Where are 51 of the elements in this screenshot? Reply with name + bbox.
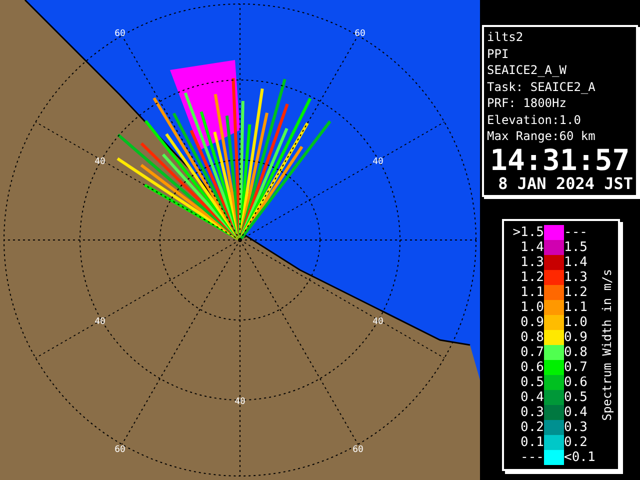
legend-upper-value: 1.0 [564, 314, 588, 330]
range-ring-label: 40 [94, 157, 106, 167]
info-line: SEAICE2_A_W [487, 62, 568, 78]
legend-lower-value: 0.8 [520, 330, 544, 344]
legend-upper-value: 0.5 [564, 390, 588, 404]
legend-lower-value: 1.2 [520, 270, 544, 284]
info-line: PRF: 1800Hz [487, 95, 568, 112]
legend-upper-value: 1.4 [564, 254, 588, 270]
legend-lower-value: 1.3 [520, 254, 544, 270]
range-ring-label: 40 [372, 317, 384, 327]
legend-upper-value: <0.1 [564, 450, 596, 464]
info-line: Max Range:60 km [487, 128, 596, 144]
range-ring-label: 40 [372, 157, 384, 167]
legend-lower-value: 1.1 [520, 284, 544, 300]
legend-lower-value: 0.3 [520, 404, 544, 420]
legend-title: Spectrum Width in m/s [600, 268, 614, 420]
legend-lower-value: 0.1 [520, 434, 544, 450]
info-line: Elevation:1.0 [487, 112, 582, 128]
legend-lower-value: 0.6 [520, 360, 544, 374]
legend-upper-value: 1.5 [564, 240, 588, 254]
legend-upper-value: 0.9 [564, 330, 588, 344]
range-ring-label: 60 [354, 29, 366, 39]
range-ring-label: 40 [94, 317, 106, 327]
date-label: 8 JAN 2024 JST [497, 174, 633, 192]
legend-upper-value: 1.3 [564, 270, 588, 284]
legend-upper-value: 0.6 [564, 374, 588, 390]
legend-upper-value: 0.3 [564, 420, 588, 434]
legend-lower-value: 0.5 [520, 374, 544, 390]
legend-lower-value: 0.2 [520, 420, 544, 434]
legend-lower-value: >1.5 [512, 224, 544, 240]
time-label: 14:31:57 [490, 144, 631, 174]
legend-lower-value: 0.7 [520, 344, 544, 360]
info-line: Task: SEAICE2_A [487, 78, 596, 95]
legend-upper-value: 1.2 [564, 284, 588, 300]
legend-upper-value: 0.7 [564, 360, 588, 374]
legend-lower-value: --- [520, 450, 544, 464]
info-line: PPI [487, 46, 510, 62]
legend-lower-value: 1.4 [520, 240, 544, 254]
legend-lower-value: 0.4 [520, 390, 544, 404]
info-line: ilts2 [487, 29, 524, 46]
legend-lower-value: 1.0 [520, 300, 544, 314]
range-ring-label: 60 [352, 445, 364, 455]
range-ring-label: 40 [234, 397, 246, 407]
range-ring-label: 60 [114, 445, 126, 455]
legend-upper-value: 0.4 [564, 404, 588, 420]
legend-upper-value: 0.2 [564, 434, 588, 450]
legend-upper-value: 1.1 [564, 300, 588, 314]
legend-lower-value: 0.9 [520, 314, 544, 330]
legend-upper-value: --- [564, 224, 588, 240]
range-ring-label: 60 [114, 29, 126, 39]
legend-upper-value: 0.8 [564, 344, 588, 360]
